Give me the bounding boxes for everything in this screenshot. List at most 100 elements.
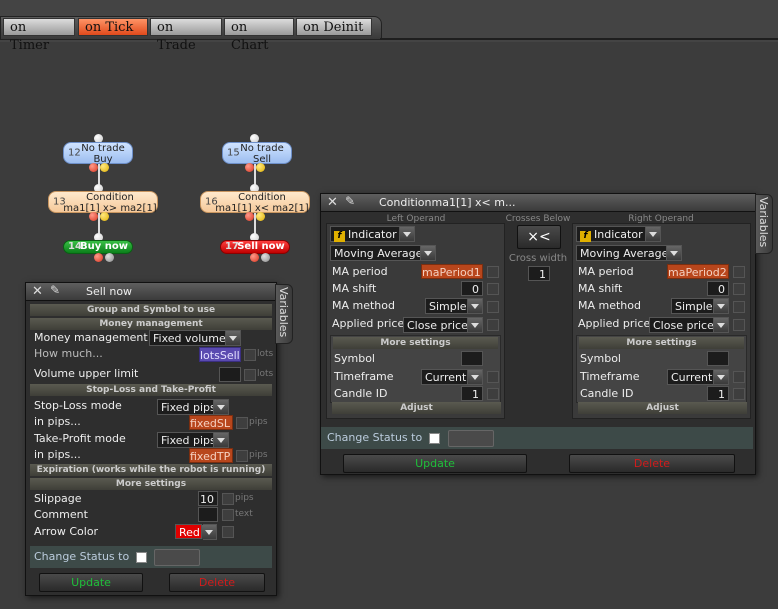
- timeframe-checkbox[interactable]: [733, 371, 745, 383]
- take-profit-checkbox[interactable]: [236, 450, 248, 462]
- change-status-input[interactable]: [448, 430, 494, 447]
- money-management-select[interactable]: Fixed volume: [149, 330, 241, 346]
- volume-upper-limit-checkbox[interactable]: [244, 369, 256, 381]
- applied-price-select[interactable]: Close price: [403, 317, 483, 333]
- node-sell-now[interactable]: 17 Sell now: [220, 240, 290, 254]
- take-profit-pips-input[interactable]: fixedTP: [189, 448, 233, 463]
- output-pin-false[interactable]: [245, 212, 254, 221]
- tab-on-trade[interactable]: on Trade: [150, 18, 222, 53]
- timeframe-select[interactable]: Current: [421, 369, 483, 385]
- how-much-checkbox[interactable]: [244, 349, 256, 361]
- indicator-select[interactable]: Moving Average: [330, 245, 436, 261]
- chevron-down-icon: [467, 318, 482, 332]
- update-button[interactable]: Update: [39, 573, 143, 592]
- panel-title: Conditionma1[1] x< m...: [379, 196, 516, 209]
- ma-shift-checkbox[interactable]: [487, 283, 499, 295]
- output-pin-false[interactable]: [94, 253, 103, 262]
- timeframe-checkbox[interactable]: [487, 371, 499, 383]
- ma-period-checkbox[interactable]: [733, 266, 745, 278]
- select-value: Current: [671, 371, 713, 384]
- candle-id-input[interactable]: 1: [707, 386, 729, 401]
- stop-loss-mode-select[interactable]: Fixed pips: [157, 399, 229, 415]
- close-icon[interactable]: ✕: [32, 284, 43, 299]
- tab-on-chart[interactable]: on Chart: [224, 18, 294, 53]
- arrow-color-checkbox[interactable]: [222, 526, 234, 538]
- volume-upper-limit-input[interactable]: [219, 367, 241, 382]
- output-pin-true[interactable]: [256, 212, 265, 221]
- select-value: Indicator: [594, 228, 643, 241]
- output-pin-true[interactable]: [256, 163, 265, 172]
- how-much-input[interactable]: lotsSell: [199, 347, 241, 362]
- node-condition-sell[interactable]: 16 Condition ma1[1] x< ma2[1]: [200, 191, 310, 214]
- applied-price-checkbox[interactable]: [733, 319, 745, 331]
- pin-icon[interactable]: ✎: [345, 194, 355, 208]
- indicator-select[interactable]: Moving Average: [576, 245, 682, 261]
- ma-method-checkbox[interactable]: [487, 301, 499, 313]
- close-icon[interactable]: ✕: [327, 195, 338, 210]
- applied-price-select[interactable]: Close price: [649, 317, 729, 333]
- node-number: 12: [68, 147, 81, 159]
- take-profit-mode-select[interactable]: Fixed pips: [157, 432, 229, 448]
- output-pin-false[interactable]: [89, 212, 98, 221]
- arrow-color-dropdown[interactable]: [201, 524, 217, 540]
- slippage-input[interactable]: 10: [198, 491, 218, 506]
- applied-price-checkbox[interactable]: [487, 319, 499, 331]
- slippage-checkbox[interactable]: [222, 493, 234, 505]
- chevron-down-icon: [666, 246, 681, 260]
- comment-label: Comment: [34, 508, 88, 521]
- candle-id-input[interactable]: 1: [461, 386, 483, 401]
- adjust-button[interactable]: Adjust: [578, 402, 747, 414]
- more-settings-box: More settings Symbol Timeframe Current C…: [576, 335, 747, 403]
- output-pin-false[interactable]: [89, 163, 98, 172]
- stop-loss-pips-input[interactable]: fixedSL: [189, 415, 233, 430]
- variables-tab[interactable]: Variables: [275, 284, 293, 344]
- ma-method-select[interactable]: Simple: [425, 298, 483, 314]
- symbol-input[interactable]: [461, 351, 483, 366]
- ma-shift-input[interactable]: 0: [707, 281, 729, 296]
- delete-button[interactable]: Delete: [569, 454, 735, 473]
- output-pin-next[interactable]: [261, 253, 270, 262]
- ma-shift-input[interactable]: 0: [461, 281, 483, 296]
- cross-width-input[interactable]: 1: [528, 266, 550, 281]
- ma-method-checkbox[interactable]: [733, 301, 745, 313]
- operand-type-select[interactable]: f Indicator: [330, 226, 415, 242]
- ma-period-checkbox[interactable]: [487, 266, 499, 278]
- ma-period-input[interactable]: maPeriod1: [421, 264, 483, 279]
- change-status-checkbox[interactable]: [429, 433, 440, 444]
- adjust-button[interactable]: Adjust: [332, 402, 501, 414]
- pin-icon[interactable]: ✎: [50, 283, 60, 297]
- tab-on-timer[interactable]: on Timer: [3, 18, 75, 53]
- change-status-checkbox[interactable]: [136, 552, 147, 563]
- change-status-input[interactable]: [154, 549, 200, 566]
- node-condition-buy[interactable]: 13 Condition ma1[1] x> ma2[1]: [48, 191, 158, 214]
- variables-tab[interactable]: Variables: [755, 194, 773, 254]
- chevron-down-icon: [713, 299, 728, 313]
- output-pin-next[interactable]: [105, 253, 114, 262]
- ma-method-select[interactable]: Simple: [671, 298, 729, 314]
- output-pin-false[interactable]: [245, 163, 254, 172]
- output-pin-false[interactable]: [250, 253, 259, 262]
- select-value: Fixed pips: [161, 434, 216, 447]
- arrow-color-select[interactable]: Red: [175, 524, 202, 539]
- node-buy-now[interactable]: 14 Buy now: [63, 240, 133, 254]
- node-no-trade-buy[interactable]: 12 No trade Buy: [63, 142, 133, 165]
- candle-id-checkbox[interactable]: [733, 388, 745, 400]
- node-no-trade-sell[interactable]: 15 No trade Sell: [222, 142, 292, 165]
- comment-input[interactable]: [198, 507, 218, 522]
- output-pin-true[interactable]: [100, 163, 109, 172]
- symbol-input[interactable]: [707, 351, 729, 366]
- tab-on-tick[interactable]: on Tick: [78, 18, 148, 36]
- timeframe-select[interactable]: Current: [667, 369, 729, 385]
- ma-shift-checkbox[interactable]: [733, 283, 745, 295]
- stop-loss-checkbox[interactable]: [236, 417, 248, 429]
- tab-on-deinit[interactable]: on Deinit: [296, 18, 372, 36]
- delete-button[interactable]: Delete: [169, 573, 265, 592]
- cross-type-button[interactable]: ×<: [517, 225, 561, 249]
- candle-id-checkbox[interactable]: [487, 388, 499, 400]
- operand-type-select[interactable]: f Indicator: [576, 226, 661, 242]
- update-button[interactable]: Update: [343, 454, 527, 473]
- ma-period-input[interactable]: maPeriod2: [667, 264, 729, 279]
- node-number: 17: [225, 241, 239, 252]
- comment-checkbox[interactable]: [222, 509, 234, 521]
- output-pin-true[interactable]: [100, 212, 109, 221]
